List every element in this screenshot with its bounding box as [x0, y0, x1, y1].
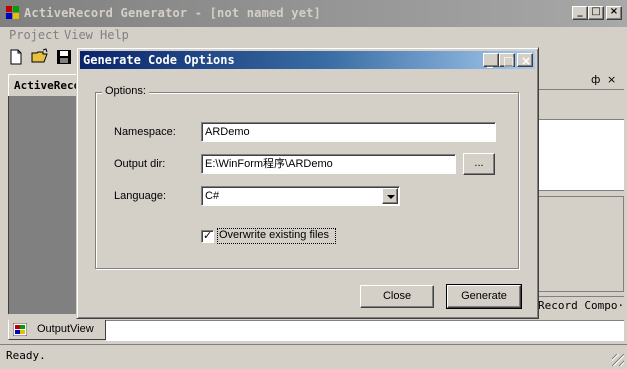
dialog-minimize-button[interactable]: _	[483, 53, 499, 67]
menu-project[interactable]: Project	[9, 27, 60, 44]
tab-record-components[interactable]: Record Compo···	[536, 296, 624, 314]
minimize-icon: _	[487, 54, 493, 68]
new-file-icon[interactable]	[7, 48, 25, 66]
maximize-button[interactable]: □	[588, 6, 604, 20]
browse-button[interactable]: ...	[463, 153, 495, 175]
save-disk-icon[interactable]	[55, 48, 73, 66]
maximize-icon: □	[591, 6, 601, 17]
dialog-title-bar[interactable]: Generate Code Options _ □ ×	[80, 51, 535, 69]
menu-view[interactable]: View	[64, 27, 93, 44]
pin-icon[interactable]: ф	[591, 73, 600, 86]
language-label: Language:	[114, 190, 166, 202]
options-group-box: Options: Namespace: ARDemo Output dir: E…	[95, 85, 519, 269]
dialog-title: Generate Code Options	[83, 53, 235, 67]
left-tool-panel: ActiveRecord	[8, 74, 93, 314]
namespace-label: Namespace:	[114, 126, 176, 138]
menu-help[interactable]: Help	[100, 27, 129, 44]
tab-output-view[interactable]: OutputView	[8, 320, 106, 340]
language-select[interactable]: C#	[201, 186, 400, 206]
close-dialog-button[interactable]: Close	[360, 285, 434, 308]
minimize-icon: _	[577, 6, 583, 17]
menu-bar: Project View Help	[0, 27, 627, 44]
dock-close-icon[interactable]: ×	[607, 73, 616, 86]
dock-content-area	[536, 119, 624, 191]
dialog-close-button[interactable]: ×	[517, 53, 533, 67]
bottom-tab-strip	[106, 320, 624, 341]
output-dir-input[interactable]: E:\WinForm程序\ARDemo	[201, 154, 456, 174]
open-folder-icon[interactable]	[31, 48, 49, 66]
left-panel-header[interactable]: ActiveRecord	[8, 74, 93, 96]
options-group-label: Options:	[102, 85, 149, 97]
close-icon: ×	[609, 6, 619, 17]
maximize-icon: □	[503, 54, 515, 68]
dock-secondary-area	[536, 196, 624, 292]
generate-code-options-dialog: Generate Code Options _ □ × Options: Nam…	[76, 47, 539, 319]
right-dock-header: ф ×	[536, 72, 624, 90]
right-dock-panel: ф × Record Compo···	[536, 72, 624, 316]
minimize-button[interactable]: _	[572, 6, 588, 20]
main-window-title: ActiveRecord Generator - [not named yet]	[24, 6, 321, 20]
language-select-value: C#	[205, 190, 220, 202]
overwrite-checkbox[interactable]: ✓	[201, 229, 214, 243]
status-text: Ready.	[6, 349, 46, 362]
output-view-icon	[13, 323, 27, 336]
namespace-input[interactable]: ARDemo	[201, 122, 496, 142]
overwrite-label[interactable]: Overwrite existing files	[219, 229, 329, 241]
generate-button[interactable]: Generate	[446, 284, 522, 309]
dialog-maximize-button[interactable]: □	[499, 53, 515, 67]
chevron-down-icon[interactable]	[382, 188, 398, 204]
status-bar: Ready.	[0, 344, 627, 369]
resize-grip-icon[interactable]	[612, 354, 624, 366]
output-dir-label: Output dir:	[114, 158, 166, 170]
checkmark-icon: ✓	[203, 229, 213, 242]
main-title-bar[interactable]: ActiveRecord Generator - [not named yet]…	[0, 0, 627, 27]
close-button[interactable]: ×	[606, 6, 622, 20]
tab-output-view-label: OutputView	[37, 323, 94, 335]
close-icon: ×	[521, 54, 532, 68]
app-icon	[6, 6, 19, 19]
left-panel-body	[8, 96, 80, 314]
